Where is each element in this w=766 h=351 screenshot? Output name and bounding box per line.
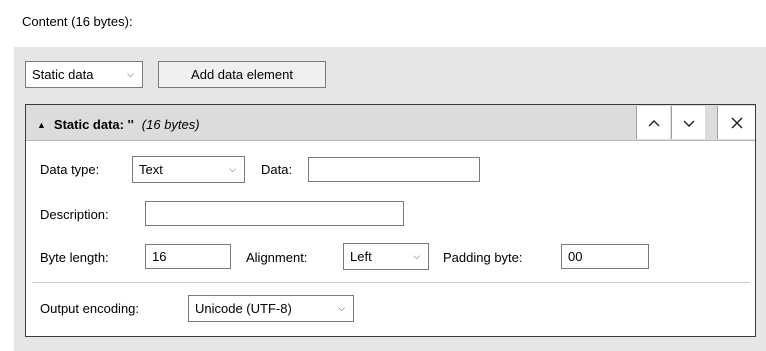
chevron-down-icon: ⌵ (229, 164, 236, 174)
description-label: Description: (40, 207, 109, 222)
close-icon (731, 117, 742, 128)
padding-byte-label: Padding byte: (443, 250, 523, 265)
alignment-select[interactable]: Left ⌵ (343, 243, 429, 270)
data-element-title-group[interactable]: ▲ Static data: '' (16 bytes) (37, 117, 200, 132)
padding-byte-input[interactable]: 00 (561, 244, 649, 269)
move-up-button[interactable] (636, 106, 670, 139)
move-down-button[interactable] (671, 106, 705, 139)
byte-length-input[interactable]: 16 (145, 244, 231, 269)
data-label: Data: (261, 162, 293, 177)
chevron-down-icon: ⌵ (338, 303, 345, 313)
remove-element-button[interactable] (717, 106, 755, 139)
data-element-type-select[interactable]: Static data ⌵ (25, 61, 143, 88)
output-encoding-select[interactable]: Unicode (UTF-8) ⌵ (188, 295, 354, 322)
data-type-value: Text (139, 162, 163, 177)
alignment-label: Alignment: (246, 250, 308, 265)
collapse-triangle-icon[interactable]: ▲ (37, 120, 46, 130)
divider (32, 282, 750, 283)
output-encoding-label: Output encoding: (40, 301, 140, 316)
chevron-down-icon: ⌵ (127, 69, 134, 79)
add-data-element-button[interactable]: Add data element (158, 61, 326, 88)
data-type-select[interactable]: Text ⌵ (132, 156, 245, 183)
chevron-up-icon (648, 119, 659, 126)
chevron-down-icon: ⌵ (413, 251, 420, 261)
chevron-down-icon (683, 120, 694, 127)
data-element-size: (16 bytes) (141, 117, 200, 132)
byte-length-label: Byte length: (40, 250, 109, 265)
data-element-title: Static data: '' (53, 117, 134, 132)
description-input[interactable] (145, 201, 404, 226)
alignment-value: Left (350, 249, 372, 264)
data-input[interactable] (308, 157, 480, 182)
output-encoding-value: Unicode (UTF-8) (195, 301, 292, 316)
content-label: Content (16 bytes): (22, 14, 133, 29)
data-element-type-value: Static data (32, 67, 94, 82)
data-type-label: Data type: (40, 162, 100, 177)
